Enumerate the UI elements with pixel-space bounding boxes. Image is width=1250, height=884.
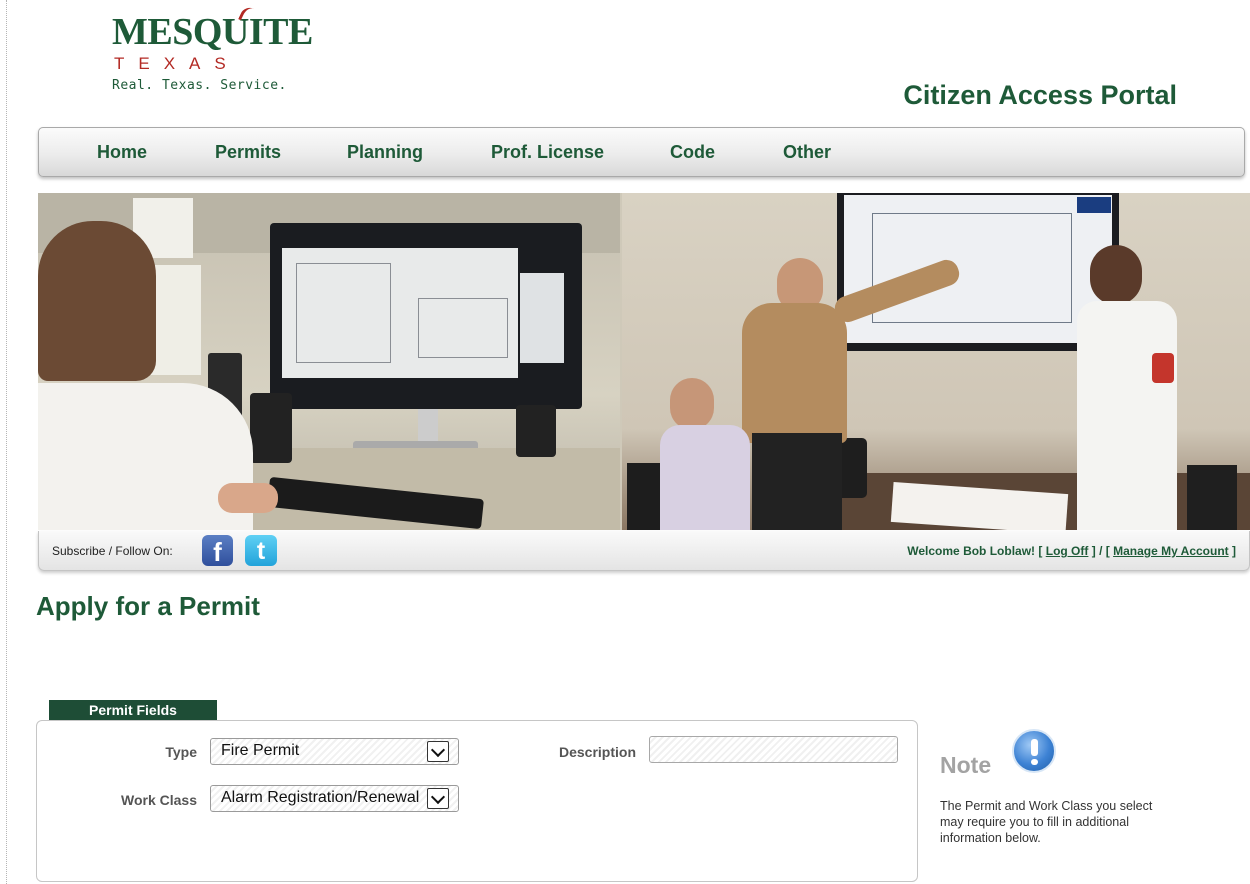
manage-account-link[interactable]: Manage My Account	[1113, 544, 1229, 558]
info-icon	[1012, 729, 1056, 773]
nav-item-permits[interactable]: Permits	[215, 142, 281, 163]
mesquite-logo[interactable]: MESQUITE TEXAS Real. Texas. Service.	[112, 4, 313, 93]
nav-item-other[interactable]: Other	[783, 142, 831, 163]
account-close-bracket: ]	[1232, 544, 1236, 558]
nav-item-prof-license[interactable]: Prof. License	[491, 142, 604, 163]
main-nav: Home Permits Planning Prof. License Code…	[38, 127, 1245, 177]
logo-wordmark: MESQUITE	[112, 11, 313, 53]
banner-photo-right	[622, 193, 1250, 530]
nav-item-home[interactable]: Home	[97, 142, 147, 163]
description-label: Description	[558, 744, 636, 760]
note-text: The Permit and Work Class you select may…	[940, 799, 1153, 845]
welcome-text: Welcome Bob Loblaw! [	[907, 544, 1043, 558]
social-account-bar: Subscribe / Follow On: f t Welcome Bob L…	[38, 531, 1250, 571]
permit-fields-tab: Permit Fields	[49, 700, 217, 721]
work-class-label: Work Class	[121, 792, 197, 808]
logo-state: TEXAS	[114, 54, 240, 73]
note-title: Note	[940, 752, 992, 778]
nav-item-code[interactable]: Code	[670, 142, 715, 163]
work-class-select-value: Alarm Registration/Renewal	[221, 789, 420, 806]
portal-title: Citizen Access Portal	[903, 80, 1177, 110]
type-select[interactable]: Fire Permit	[210, 738, 459, 765]
type-label: Type	[165, 744, 197, 760]
logo-tagline: Real. Texas. Service.	[112, 78, 287, 93]
chevron-down-icon[interactable]	[427, 741, 449, 762]
account-separator: ] / [	[1091, 544, 1110, 558]
left-page-rule	[6, 0, 7, 884]
follow-label: Subscribe / Follow On:	[52, 544, 173, 558]
banner-photo	[38, 193, 1250, 530]
chevron-down-icon[interactable]	[427, 788, 449, 809]
page-title: Apply for a Permit	[36, 591, 260, 621]
twitter-icon[interactable]: t	[245, 535, 277, 566]
welcome-message: Welcome Bob Loblaw! [ Log Off ] / [ Mana…	[907, 544, 1236, 558]
facebook-icon[interactable]: f	[202, 535, 233, 567]
description-input[interactable]	[649, 736, 898, 763]
work-class-select[interactable]: Alarm Registration/Renewal	[210, 785, 459, 812]
nav-item-planning[interactable]: Planning	[347, 142, 423, 163]
log-off-link[interactable]: Log Off	[1046, 544, 1089, 558]
banner-photo-left	[38, 193, 620, 530]
type-select-value: Fire Permit	[221, 742, 300, 759]
